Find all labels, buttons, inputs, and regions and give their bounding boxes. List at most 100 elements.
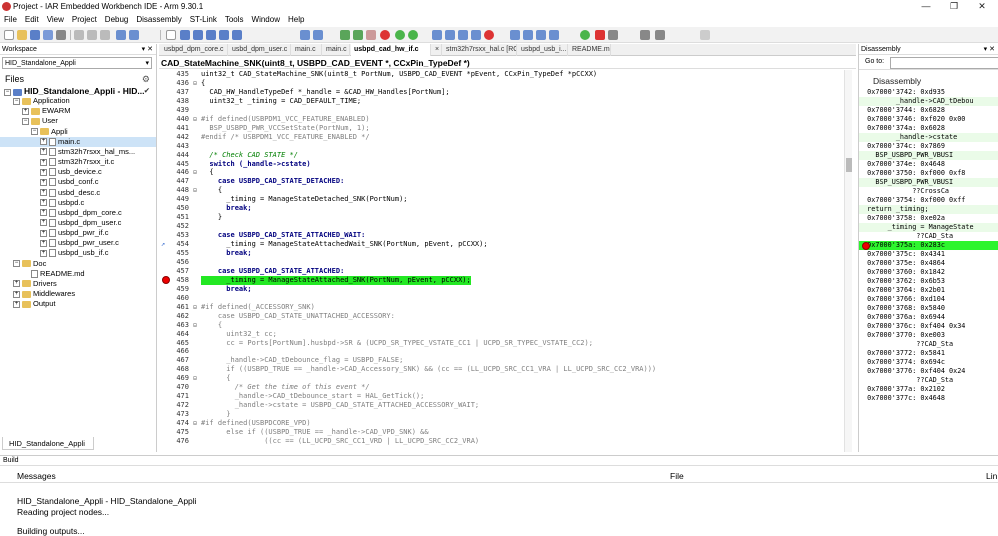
minimize-button[interactable]: — [912,0,940,13]
code-line[interactable]: 439 [159,106,849,115]
tree-item[interactable]: + usbpd_dpm_core.c [0,208,156,218]
stop-build-icon[interactable] [366,30,376,40]
debug-tool-icon[interactable] [608,30,618,40]
disassembly-row[interactable]: ??CrossCa [859,187,998,196]
code-line[interactable]: 458 _timing = ManageStateAttached_SNK(Po… [159,275,849,285]
tree-item[interactable]: + EWARM [0,106,156,116]
disassembly-row[interactable]: 0x7000'3746: 0xf020 0x00 [859,115,998,124]
code-line[interactable]: 449 _timing = ManageStateDetached_SNK(Po… [159,195,849,204]
code-line[interactable]: 475 else if ((USBPD_TRUE == _handle->CAD… [159,428,849,437]
menu-file[interactable]: File [0,13,21,27]
expand-icon[interactable]: + [40,178,47,186]
expand-icon[interactable]: + [40,168,47,176]
tree-item[interactable]: + usbd_conf.c [0,177,156,187]
disassembly-row[interactable]: 0x7000'3744: 0x6828 [859,106,998,115]
disassembly-row[interactable]: 0x7000'3750: 0xf000 0xf8 [859,169,998,178]
disassembly-row[interactable]: BSP_USBPD_PWR_VBUSI [859,178,998,187]
editor-tab[interactable]: main.c [323,44,350,56]
disassembly-row[interactable]: 0x7000'3776: 0xf404 0x24 [859,367,998,376]
toggle-breakpoint-icon[interactable] [380,30,390,40]
code-line[interactable]: 438 uint32_t _timing = CAD_DEFAULT_TIME; [159,97,849,106]
code-line[interactable]: 440 ⊟ #if defined(USBPDM1_VCC_FEATURE_ENAB… [159,115,849,124]
expand-icon[interactable]: + [13,280,20,288]
menu-help[interactable]: Help [284,13,308,27]
code-line[interactable]: 448 ⊟ { [159,186,849,195]
collapse-icon[interactable]: − [13,97,20,105]
collapse-icon[interactable]: − [4,88,11,96]
goto-icon[interactable] [232,30,242,40]
disassembly-row[interactable]: 0x7000'374c: 0x7869 [859,142,998,151]
go-icon-2[interactable] [580,30,590,40]
save-all-icon[interactable] [43,30,53,40]
tree-item[interactable]: + usbpd_pwr_user.c [0,238,156,248]
disassembly-row[interactable]: 0x7000'3764: 0x2b01 [859,286,998,295]
stop-debug-icon[interactable] [484,30,494,40]
expand-icon[interactable]: + [22,107,29,115]
fold-marker-icon[interactable]: ⊟ [192,168,198,177]
disassembly-row[interactable]: return _timing; [859,205,998,214]
editor-tab[interactable]: main.c [292,44,322,56]
breakpoint-icon[interactable] [862,241,870,250]
tree-item[interactable]: + stm32h7rsxx_it.c [0,157,156,167]
disassembly-row[interactable]: 0x7000'3774: 0x694c [859,358,998,367]
disassembly-row[interactable]: 0x7000'377a: 0x2102 [859,385,998,394]
code-line[interactable]: 462 case USBPD_CAD_STATE_UNATTACHED_ACCE… [159,312,849,321]
code-line[interactable]: 445 switch (_handle->cstate) [159,160,849,169]
trace-icon[interactable] [640,30,650,40]
tree-item[interactable]: + usbpd_pwr_if.c [0,228,156,238]
disassembly-row[interactable]: 0x7000'3772: 0x5841 [859,349,998,358]
disassembly-row[interactable]: 0x7000'375a: 0x283c [859,241,998,250]
disassembly-row[interactable]: 0x7000'3758: 0xe02a [859,214,998,223]
code-line[interactable]: 466 [159,347,849,356]
code-line[interactable]: 451 } [159,213,849,222]
disassembly-row[interactable]: 0x7000'376a: 0x6944 [859,313,998,322]
find-next-icon[interactable] [193,30,203,40]
disassembly-row[interactable]: _timing = ManageState [859,223,998,232]
disassembly-row[interactable]: 0x7000'3760: 0x1842 [859,268,998,277]
code-line[interactable]: 452 [159,222,849,231]
messages-column[interactable]: Messages [17,469,56,483]
editor-tab[interactable]: usbpd_dpm_core.c [161,44,228,56]
gear-icon[interactable]: ⚙ [142,73,150,85]
copy-icon[interactable] [87,30,97,40]
pane-controls-icon[interactable]: ▾ ✕ [984,44,995,55]
extra-tool-icon[interactable] [700,30,710,40]
next-statement-icon[interactable] [523,30,533,40]
open-icon[interactable] [17,30,27,40]
tree-item[interactable]: README.md [0,269,156,279]
fold-marker-icon[interactable]: ⊟ [192,303,198,312]
tree-item[interactable]: + usbpd.c [0,198,156,208]
find-box-icon[interactable] [166,30,176,40]
menu-window[interactable]: Window [248,13,284,27]
tree-item[interactable]: + Drivers [0,279,156,289]
tree-item[interactable]: − Application [0,96,156,106]
compile-icon[interactable] [340,30,350,40]
code-line[interactable]: 437 CAD_HW_HandleTypeDef *_handle = &CAD… [159,88,849,97]
menu-edit[interactable]: Edit [21,13,43,27]
step-over-icon[interactable] [458,30,468,40]
fold-marker-icon[interactable]: ⊟ [192,186,198,195]
restore-button[interactable]: ❐ [940,0,968,13]
code-line[interactable]: 459 break; [159,285,849,294]
editor-scrollbar[interactable] [844,70,852,452]
expand-icon[interactable]: + [40,249,47,257]
disassembly-row[interactable]: 0x7000'3754: 0xf000 0xff [859,196,998,205]
editor-tab[interactable]: usbpd_usb_i... [518,44,568,56]
line-column[interactable]: Lin [986,469,997,483]
code-line[interactable]: 436 ⊟{ [159,79,849,88]
disassembly-row[interactable]: ??CAD_Sta [859,340,998,349]
run-to-cursor-icon[interactable] [536,30,546,40]
disassembly-row[interactable]: _handle->CAD_tDebou [859,97,998,106]
find-prev-icon[interactable] [206,30,216,40]
fold-marker-icon[interactable]: ⊟ [192,79,198,88]
disassembly-row[interactable]: 0x7000'376c: 0xf404 0x34 [859,322,998,331]
disassembly-row[interactable]: ??CAD_Sta [859,376,998,385]
redo-icon[interactable] [129,30,139,40]
stop-icon[interactable] [595,30,605,40]
disassembly-row[interactable]: ??CAD_Sta [859,232,998,241]
collapse-icon[interactable]: − [31,128,38,136]
code-line[interactable]: 444 /* Check CAD STATE */ [159,151,849,160]
code-line[interactable]: 472 _handle->cstate = USBPD_CAD_STATE_AT… [159,401,849,410]
code-line[interactable]: 443 [159,142,849,151]
menu-view[interactable]: View [43,13,68,27]
